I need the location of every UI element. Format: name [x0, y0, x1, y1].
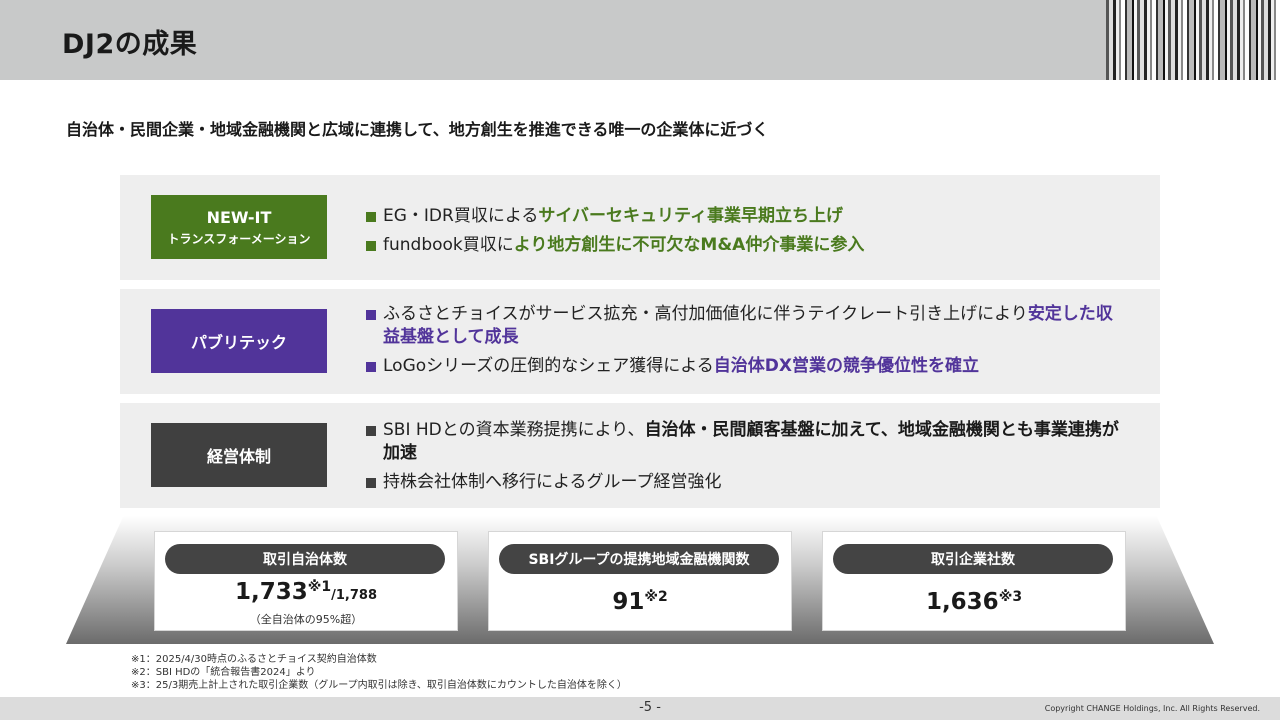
section-new-it: NEW-IT トランスフォーメーション EG・IDR買収によるサイバーセキュリテ… [120, 175, 1160, 280]
bullet-emphasis: 自治体DX営業の競争優位性を確立 [713, 356, 980, 376]
square-bullet-icon [366, 241, 376, 251]
footnote: ※3：25/3期売上計上された取引企業数（グループ内取引は除き、取引自治体数にカ… [131, 680, 627, 691]
square-bullet-icon [366, 478, 376, 488]
bullet-item: fundbook買収により地方創生に不可欠なM&A仲介事業に参入 [366, 234, 1126, 257]
bullet-item: 持株会社体制へ移行によるグループ経営強化 [366, 471, 1126, 494]
stat-suffix: /1,788 [331, 588, 377, 603]
decorative-stripes [1106, 0, 1280, 80]
bullet-text: 持株会社体制へ移行によるグループ経営強化 [383, 472, 722, 492]
section-label-management: 経営体制 [151, 423, 327, 487]
section-label-main: パブリテック [190, 333, 287, 352]
bullet-text: fundbook買収に [383, 235, 514, 255]
copyright: Copyright CHANGE Holdings, Inc. All Righ… [1044, 704, 1260, 713]
square-bullet-icon [366, 362, 376, 372]
stat-number: 1,636 [925, 589, 999, 615]
stat-footnote-ref: ※1 [307, 579, 332, 595]
bullet-item: LoGoシリーズの圧倒的なシェア獲得による自治体DX営業の競争優位性を確立 [366, 355, 1126, 378]
bullet-item: EG・IDR買収によるサイバーセキュリティ事業早期立ち上げ [366, 205, 1126, 228]
bullet-list: EG・IDR買収によるサイバーセキュリティ事業早期立ち上げ fundbook買収… [366, 205, 1126, 263]
stat-label: 取引企業社数 [833, 544, 1113, 574]
stat-number: 91 [612, 589, 645, 615]
section-management: 経営体制 SBI HDとの資本業務提携により、自治体・民間顧客基盤に加えて、地域… [120, 403, 1160, 508]
stat-label: 取引自治体数 [165, 544, 445, 574]
section-label-sub: トランスフォーメーション [167, 231, 311, 246]
bullet-item: SBI HDとの資本業務提携により、自治体・民間顧客基盤に加えて、地域金融機関と… [366, 419, 1126, 465]
stat-card-companies: 取引企業社数 1,636※3 [822, 531, 1126, 631]
bullet-emphasis: より地方創生に不可欠なM&A仲介事業に参入 [513, 235, 865, 255]
bullet-text: LoGoシリーズの圧倒的なシェア獲得による [383, 356, 714, 376]
bullet-text: EG・IDR買収による [383, 206, 539, 226]
stat-card-regional-banks: SBIグループの提携地域金融機関数 91※2 [488, 531, 792, 631]
stat-note: （全自治体の95%超） [249, 613, 363, 626]
bullet-text: ふるさとチョイスがサービス拡充・高付加価値化に伴うテイクレート引き上げにより [383, 304, 1028, 324]
stat-footnote-ref: ※3 [998, 589, 1023, 605]
section-label-publitech: パブリテック [151, 309, 327, 373]
footnotes: ※1：2025/4/30時点のふるさとチョイス契約自治体数 ※2：SBI HDの… [131, 653, 627, 692]
section-label-new-it: NEW-IT トランスフォーメーション [151, 195, 327, 259]
stat-value: 1,733※1/1,788 [155, 579, 457, 605]
stat-value: 91※2 [489, 589, 791, 615]
stat-number: 1,733 [235, 579, 308, 605]
section-label-main: 経営体制 [206, 447, 271, 466]
page-subtitle: 自治体・民間企業・地域金融機関と広域に連携して、地方創生を推進できる唯一の企業体… [66, 120, 769, 139]
section-publitech: パブリテック ふるさとチョイスがサービス拡充・高付加価値化に伴うテイクレート引き… [120, 289, 1160, 394]
bullet-list: ふるさとチョイスがサービス拡充・高付加価値化に伴うテイクレート引き上げにより安定… [366, 303, 1126, 384]
header-bar: DJ2の成果 [0, 0, 1280, 80]
square-bullet-icon [366, 212, 376, 222]
bullet-list: SBI HDとの資本業務提携により、自治体・民間顧客基盤に加えて、地域金融機関と… [366, 419, 1126, 500]
stat-footnote-ref: ※2 [644, 589, 668, 605]
page-title: DJ2の成果 [62, 29, 198, 60]
stat-label: SBIグループの提携地域金融機関数 [499, 544, 779, 574]
page-number: -5 - [639, 700, 661, 715]
square-bullet-icon [366, 426, 376, 436]
stat-value: 1,636※3 [823, 589, 1125, 615]
section-label-main: NEW-IT [206, 207, 272, 227]
square-bullet-icon [366, 310, 376, 320]
footnote: ※1：2025/4/30時点のふるさとチョイス契約自治体数 [131, 654, 377, 665]
bullet-item: ふるさとチョイスがサービス拡充・高付加価値化に伴うテイクレート引き上げにより安定… [366, 303, 1126, 349]
footnote: ※2：SBI HDの「統合報告書2024」より [131, 667, 316, 678]
bullet-emphasis: サイバーセキュリティ事業早期立ち上げ [538, 206, 843, 226]
bullet-text: SBI HDとの資本業務提携により、 [383, 420, 645, 440]
stat-card-municipalities: 取引自治体数 1,733※1/1,788 （全自治体の95%超） [154, 531, 458, 631]
